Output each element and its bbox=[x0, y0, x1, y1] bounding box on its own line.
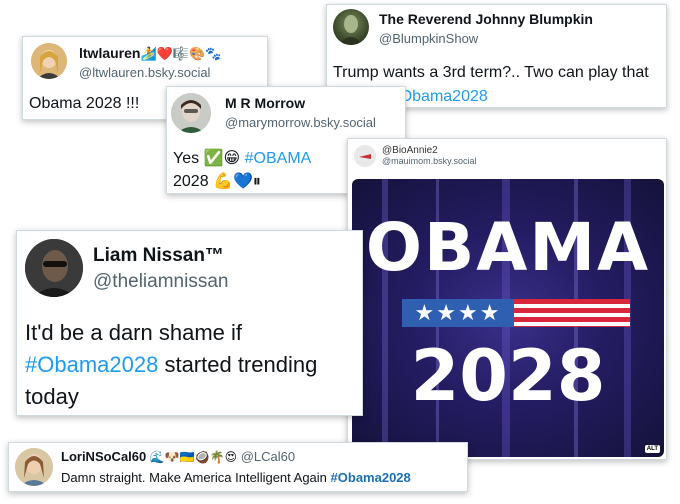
author-name[interactable]: The Reverend Johnny Blumpkin bbox=[379, 11, 593, 27]
post-card-lori[interactable]: LoriNSoCal60 🌊🐶🇺🇦🥥🌴😍 @LCal60 Damn straig… bbox=[8, 442, 468, 492]
avatar[interactable] bbox=[354, 145, 376, 167]
avatar-image bbox=[25, 239, 83, 297]
flag-banner: ★★★★ bbox=[402, 299, 630, 327]
avatar-image bbox=[354, 145, 376, 167]
author-name-text: ltwlauren bbox=[79, 45, 141, 61]
avatar-image bbox=[31, 43, 67, 79]
post-text-main: It'd be a darn shame if bbox=[25, 320, 242, 345]
hashtag-link[interactable]: #Obama2028 bbox=[331, 470, 411, 485]
post-text-yes: Yes bbox=[173, 150, 200, 167]
check-grin-emojis: ✅😁 bbox=[203, 148, 241, 167]
alt-badge[interactable]: ALT bbox=[644, 445, 660, 453]
author-handle[interactable]: @ltwlauren.bsky.social bbox=[79, 65, 210, 80]
poster-year: 2028 bbox=[410, 335, 606, 417]
post-text: Obama 2028 !!! bbox=[29, 95, 140, 112]
post-text-year: 2028 bbox=[173, 173, 209, 190]
avatar[interactable] bbox=[15, 448, 53, 486]
post-text: Damn straight. Make America Intelligent … bbox=[61, 470, 466, 485]
post-text: Yes ✅😁 #OBAMA 2028 💪💙⏸ bbox=[173, 147, 343, 193]
poster-headline: OBAMA bbox=[365, 209, 651, 286]
name-emojis: 🌊🐶🇺🇦🥥🌴😍 bbox=[149, 450, 238, 464]
author-name[interactable]: ltwlauren🏄❤️🎼🎨🐾 bbox=[79, 45, 221, 62]
author-handle[interactable]: @theliamnissan bbox=[93, 271, 228, 293]
author-handle[interactable]: @BlumpkinShow bbox=[379, 31, 478, 46]
author-name[interactable]: M R Morrow bbox=[225, 95, 305, 111]
avatar[interactable] bbox=[171, 93, 211, 133]
avatar[interactable] bbox=[31, 43, 67, 79]
post-text-main: Damn straight. Make America Intelligent … bbox=[61, 470, 327, 485]
hashtag-link[interactable]: #OBAMA bbox=[245, 150, 312, 167]
author-handle[interactable]: @marymorrow.bsky.social bbox=[225, 115, 376, 130]
post-card-bioannie[interactable]: @BioAnnie2 @mauimom.bsky.social OBAMA ★★… bbox=[347, 138, 667, 460]
post-card-nissan[interactable]: Liam Nissan™ @theliamnissan It'd be a da… bbox=[16, 230, 363, 416]
avatar[interactable] bbox=[25, 239, 83, 297]
author-handle[interactable]: @LCal60 bbox=[241, 449, 295, 464]
muscle-heart-emojis: 💪💙⏸ bbox=[213, 171, 261, 190]
author-handle[interactable]: @mauimom.bsky.social bbox=[382, 156, 477, 166]
avatar-image bbox=[15, 448, 53, 486]
author-name[interactable]: Liam Nissan™ bbox=[93, 245, 224, 267]
avatar[interactable] bbox=[333, 9, 369, 45]
avatar-image bbox=[171, 93, 211, 133]
author-name[interactable]: @BioAnnie2 bbox=[382, 145, 438, 156]
flag-stars-field: ★★★★ bbox=[402, 299, 514, 327]
hashtag-link[interactable]: #Obama2028 bbox=[25, 352, 158, 377]
name-emojis: 🏄❤️🎼🎨🐾 bbox=[140, 47, 222, 62]
flag-stripes bbox=[514, 299, 630, 327]
author-name-text: LoriNSoCal60 bbox=[61, 449, 147, 464]
post-text: It'd be a darn shame if #Obama2028 start… bbox=[25, 317, 361, 413]
avatar-image bbox=[339, 15, 363, 45]
author-name[interactable]: LoriNSoCal60 🌊🐶🇺🇦🥥🌴😍 @LCal60 bbox=[61, 449, 295, 464]
post-image[interactable]: OBAMA ★★★★ 2028 ALT bbox=[352, 179, 664, 457]
